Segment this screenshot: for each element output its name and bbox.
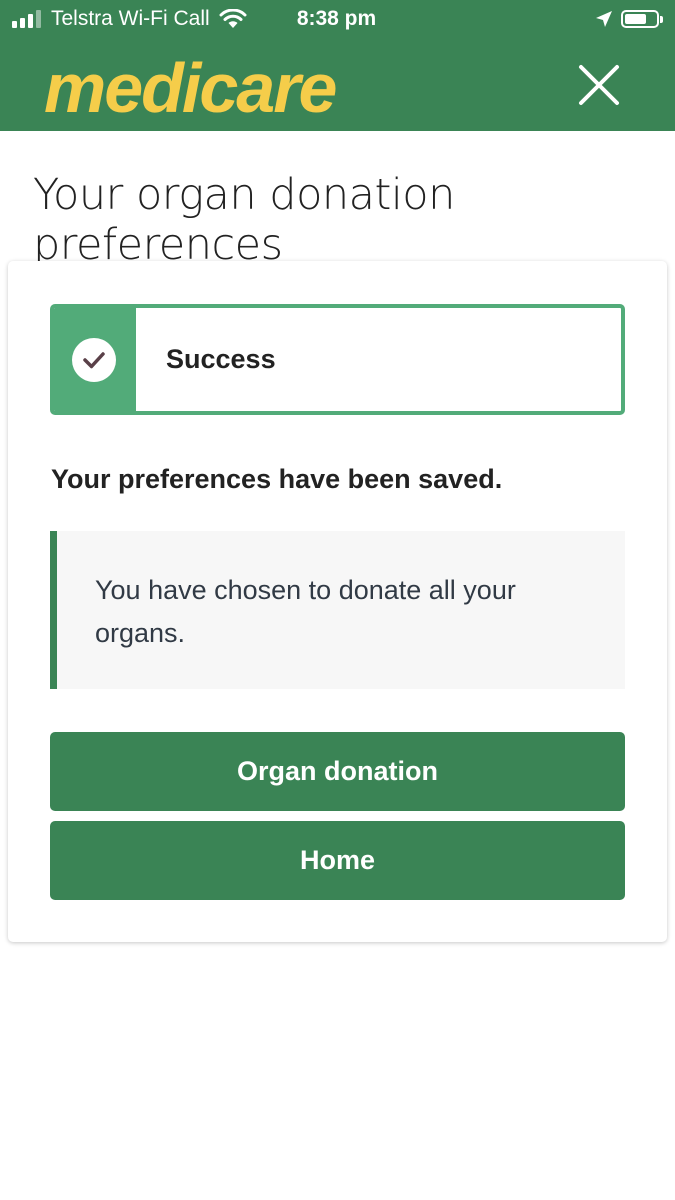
success-alert: Success [50, 304, 625, 415]
signal-icon [12, 10, 41, 28]
status-left: Telstra Wi-Fi Call [12, 0, 247, 38]
saved-message: Your preferences have been saved. [51, 464, 503, 494]
result-card: Success Your preferences have been saved… [8, 261, 667, 942]
medicare-logo: medicare [44, 49, 337, 127]
battery-icon [621, 10, 663, 28]
close-icon [579, 65, 619, 105]
wifi-icon [219, 9, 247, 28]
page-title: Your organ donation preferences [33, 170, 455, 270]
check-icon [83, 352, 105, 369]
alert-label: Success [166, 344, 276, 374]
organ-donation-button[interactable]: Organ donation [50, 732, 625, 811]
location-arrow-icon [596, 11, 612, 27]
check-circle-icon [72, 338, 116, 382]
preference-detail: You have chosen to donate all your organ… [95, 575, 516, 648]
time-text: 8:38 pm [296, 7, 377, 30]
close-button[interactable] [572, 58, 626, 112]
preference-callout: You have chosen to donate all your organ… [50, 531, 625, 689]
status-bar: Telstra Wi-Fi Call 8:38 pm [0, 0, 675, 38]
home-button[interactable]: Home [50, 821, 625, 900]
alert-icon-area [54, 308, 136, 411]
app-header: medicare [0, 38, 675, 131]
carrier-name: Telstra Wi-Fi Call [51, 7, 210, 30]
status-right [595, 0, 663, 38]
